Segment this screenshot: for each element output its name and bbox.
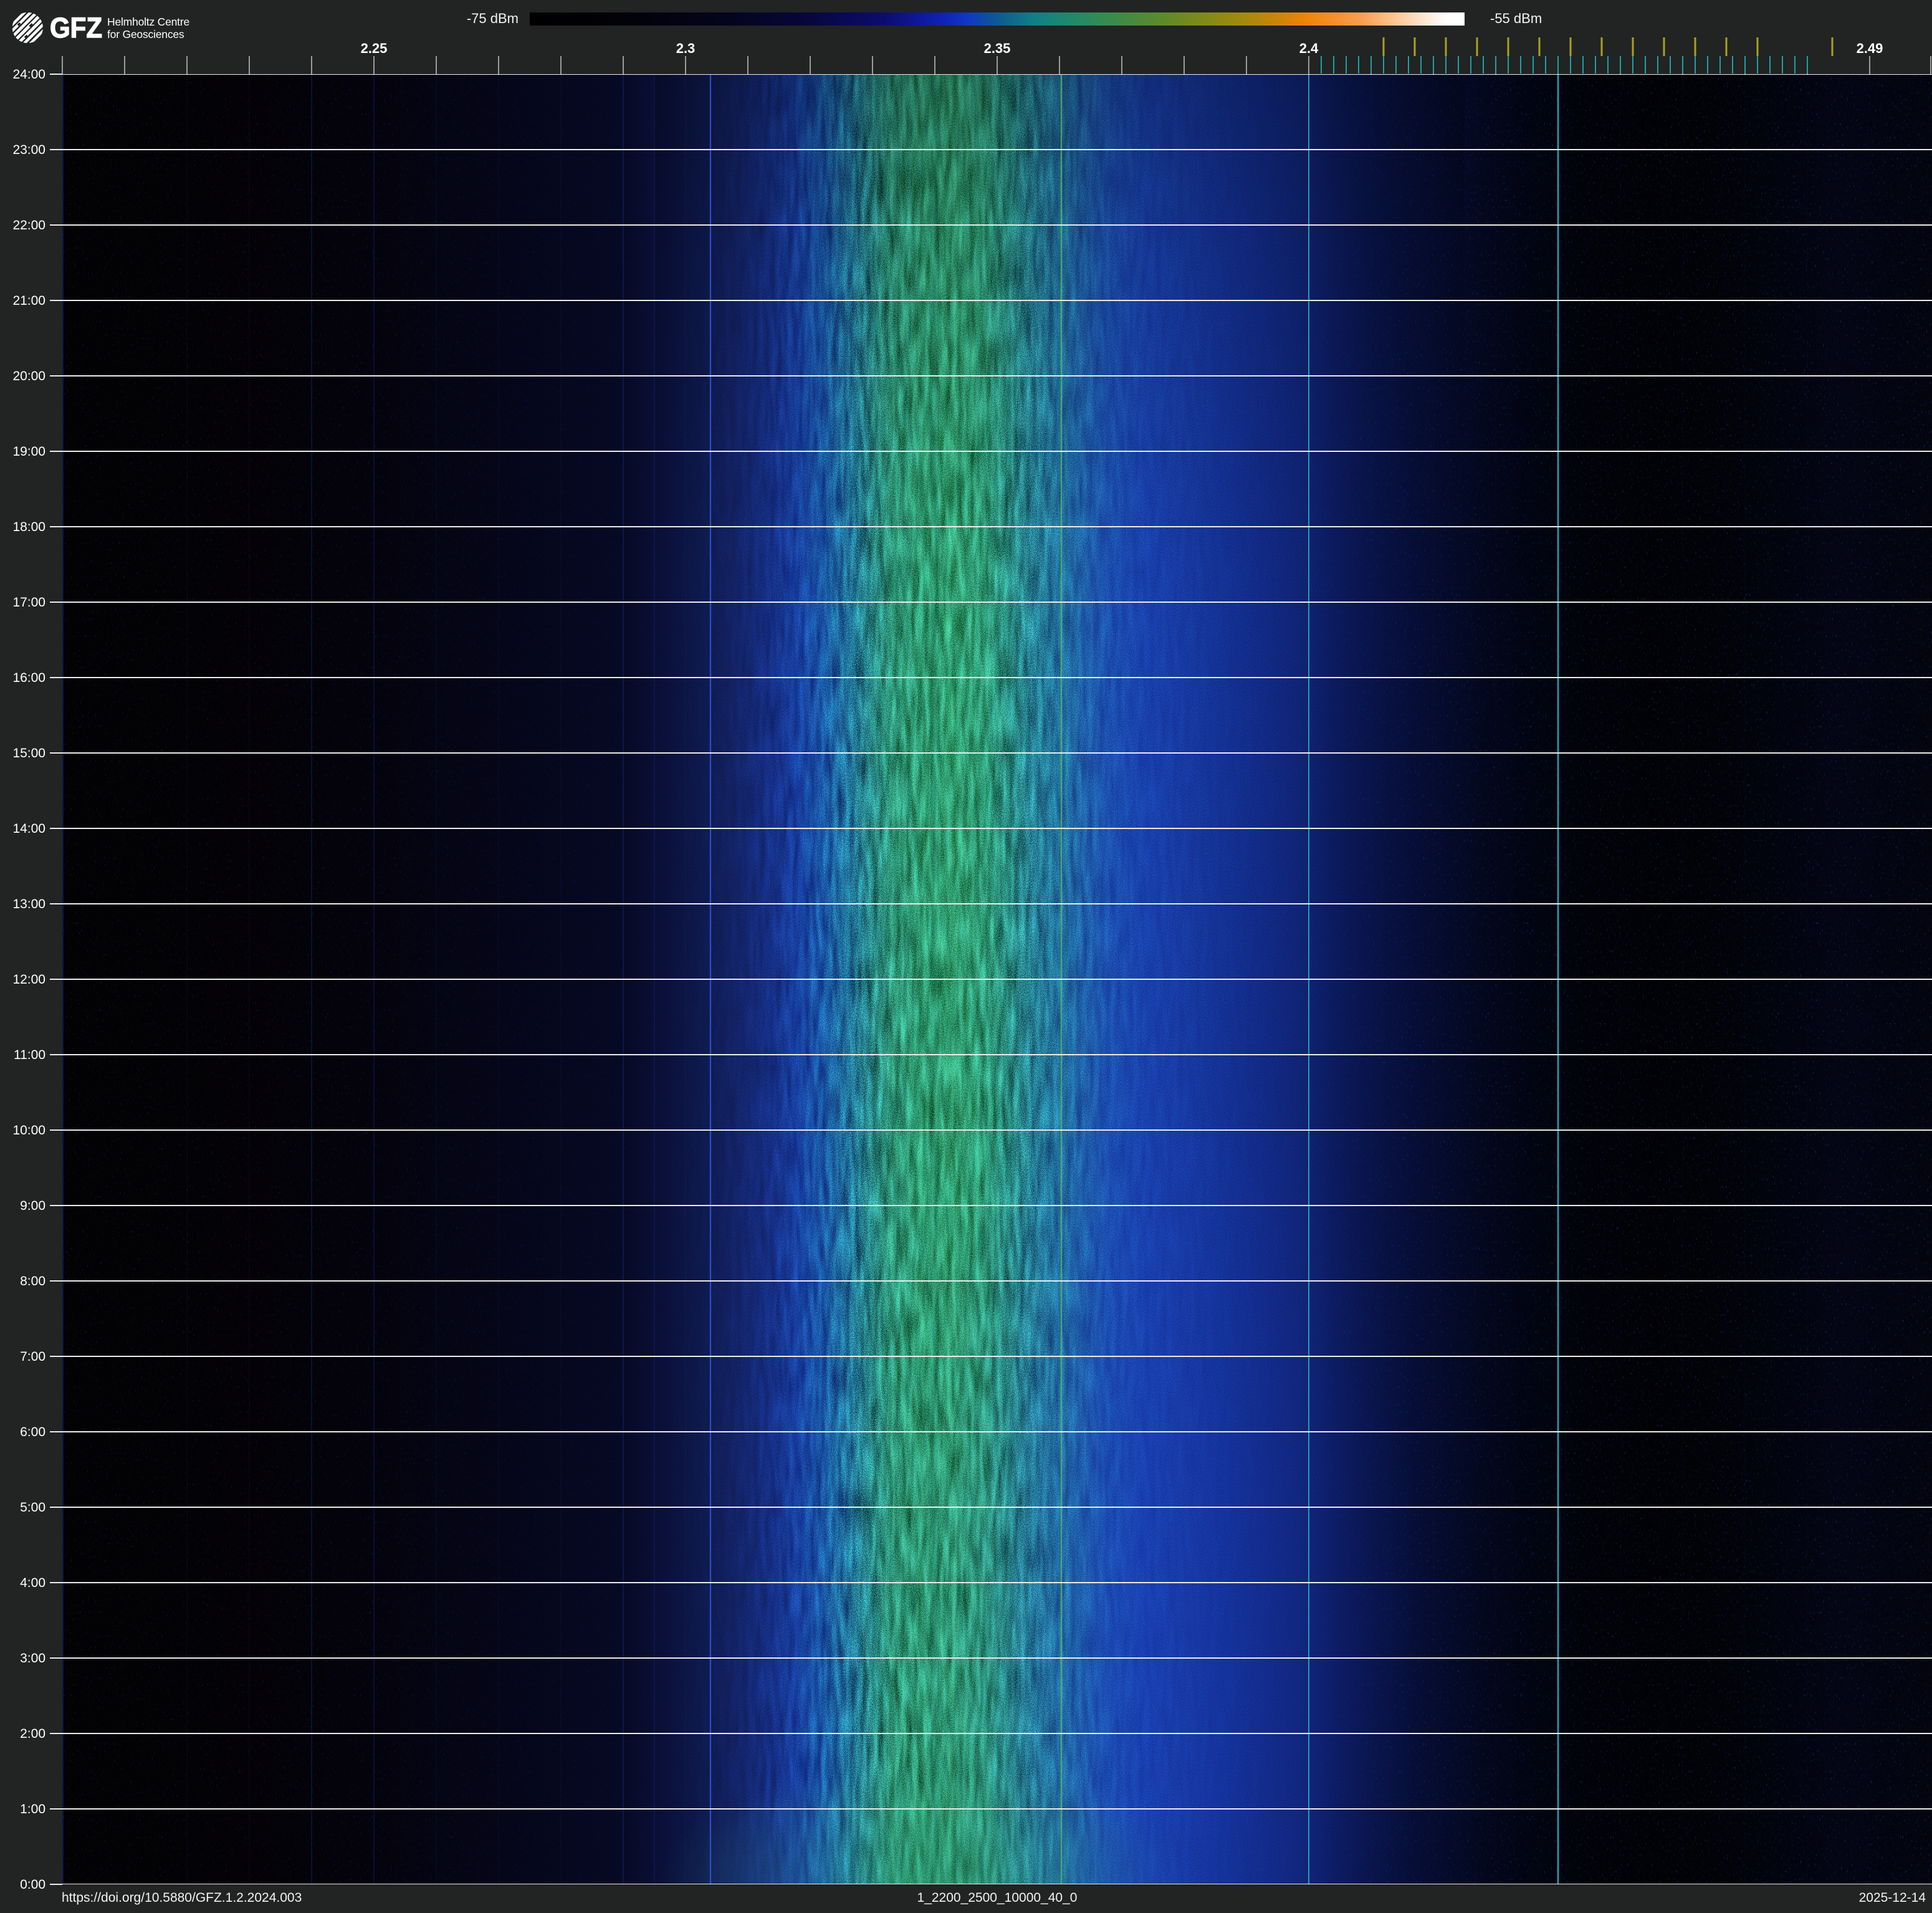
- svg-text:8:00: 8:00: [20, 1274, 45, 1288]
- svg-text:2.35: 2.35: [984, 41, 1011, 56]
- svg-text:2.3: 2.3: [676, 41, 696, 56]
- svg-text:-55 dBm: -55 dBm: [1490, 11, 1542, 26]
- svg-text:19:00: 19:00: [12, 444, 45, 459]
- svg-text:7:00: 7:00: [20, 1350, 45, 1364]
- svg-text:Helmholtz Centre: Helmholtz Centre: [107, 16, 189, 28]
- svg-text:24:00: 24:00: [12, 67, 45, 82]
- svg-text:GFZ: GFZ: [50, 12, 102, 44]
- svg-text:2:00: 2:00: [20, 1727, 45, 1741]
- svg-text:22:00: 22:00: [12, 218, 45, 233]
- svg-text:23:00: 23:00: [12, 143, 45, 157]
- svg-text:1_2200_2500_10000_40_0: 1_2200_2500_10000_40_0: [917, 1891, 1078, 1905]
- svg-text:https://doi.org/10.5880/GFZ.1.: https://doi.org/10.5880/GFZ.1.2.2024.003: [62, 1891, 302, 1905]
- svg-text:6:00: 6:00: [20, 1425, 45, 1439]
- svg-text:0:00: 0:00: [20, 1877, 45, 1892]
- svg-text:16:00: 16:00: [12, 671, 45, 685]
- svg-text:4:00: 4:00: [20, 1576, 45, 1590]
- svg-text:3:00: 3:00: [20, 1651, 45, 1666]
- svg-text:2.49: 2.49: [1857, 41, 1883, 56]
- svg-text:11:00: 11:00: [14, 1048, 45, 1062]
- svg-text:15:00: 15:00: [12, 746, 45, 760]
- svg-text:13:00: 13:00: [12, 897, 45, 911]
- svg-text:12:00: 12:00: [12, 972, 45, 987]
- svg-text:20:00: 20:00: [12, 369, 45, 383]
- svg-text:21:00: 21:00: [12, 294, 45, 308]
- svg-text:2025-12-14: 2025-12-14: [1859, 1891, 1926, 1905]
- svg-text:18:00: 18:00: [12, 520, 45, 534]
- svg-text:9:00: 9:00: [20, 1199, 45, 1213]
- svg-text:-75 dBm: -75 dBm: [467, 11, 519, 26]
- svg-text:10:00: 10:00: [12, 1123, 45, 1138]
- svg-text:17:00: 17:00: [12, 595, 45, 610]
- svg-text:14:00: 14:00: [12, 822, 45, 836]
- svg-text:2.25: 2.25: [361, 41, 388, 56]
- svg-text:5:00: 5:00: [20, 1500, 45, 1515]
- svg-text:for Geosciences: for Geosciences: [107, 28, 184, 41]
- svg-text:2.4: 2.4: [1299, 41, 1319, 56]
- svg-text:1:00: 1:00: [20, 1802, 45, 1816]
